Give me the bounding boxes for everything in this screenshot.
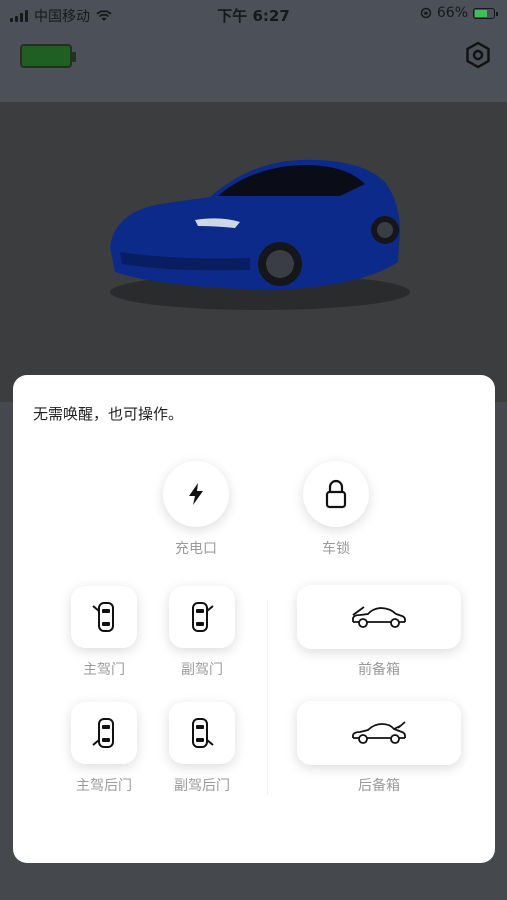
status-bar: 中国移动 下午 6:27 66% [0,0,507,30]
car-image [110,159,410,310]
driver-door-button[interactable] [71,586,137,648]
lightning-icon [189,483,203,505]
car-trunk-icon [352,721,406,744]
trunk-button[interactable] [297,701,461,765]
quick-control-sheet: 无需唤醒，也可操作。 充电口 车锁 主驾门 副驾门 前备箱 主驾后门 副驾后门 … [13,375,495,863]
column-divider [267,600,268,795]
orientation-lock-icon [420,7,432,19]
settings-hexagon-icon[interactable] [463,40,493,70]
car-frunk-icon [352,606,406,628]
passenger-rear-door-button[interactable] [169,702,235,764]
passenger-door-button[interactable] [169,586,235,648]
frunk-button[interactable] [297,585,461,649]
battery-percent: 66% [436,5,468,21]
trunk-label: 后备箱 [358,778,400,794]
car-battery-icon [20,44,76,68]
passenger-door-label: 副驾门 [181,662,223,678]
car-lock-button[interactable] [303,461,369,527]
driver-rear-door-button[interactable] [71,702,137,764]
car-rear-door-left-icon [92,718,114,748]
car-rear-door-right-icon [192,718,214,748]
status-right: 66% [420,5,498,21]
frunk-label: 前备箱 [358,662,400,678]
charge-port-label: 充电口 [175,541,217,557]
car-door-left-icon [92,602,114,632]
car-lock-label: 车锁 [322,541,350,557]
passenger-rear-door-label: 副驾后门 [174,778,230,794]
lock-icon [325,479,347,509]
car-door-right-icon [192,602,214,632]
driver-door-label: 主驾门 [83,662,125,678]
driver-rear-door-label: 主驾后门 [76,778,132,794]
phone-battery-icon [473,7,498,19]
sheet-title: 无需唤醒，也可操作。 [33,405,184,423]
charge-port-button[interactable] [163,461,229,527]
